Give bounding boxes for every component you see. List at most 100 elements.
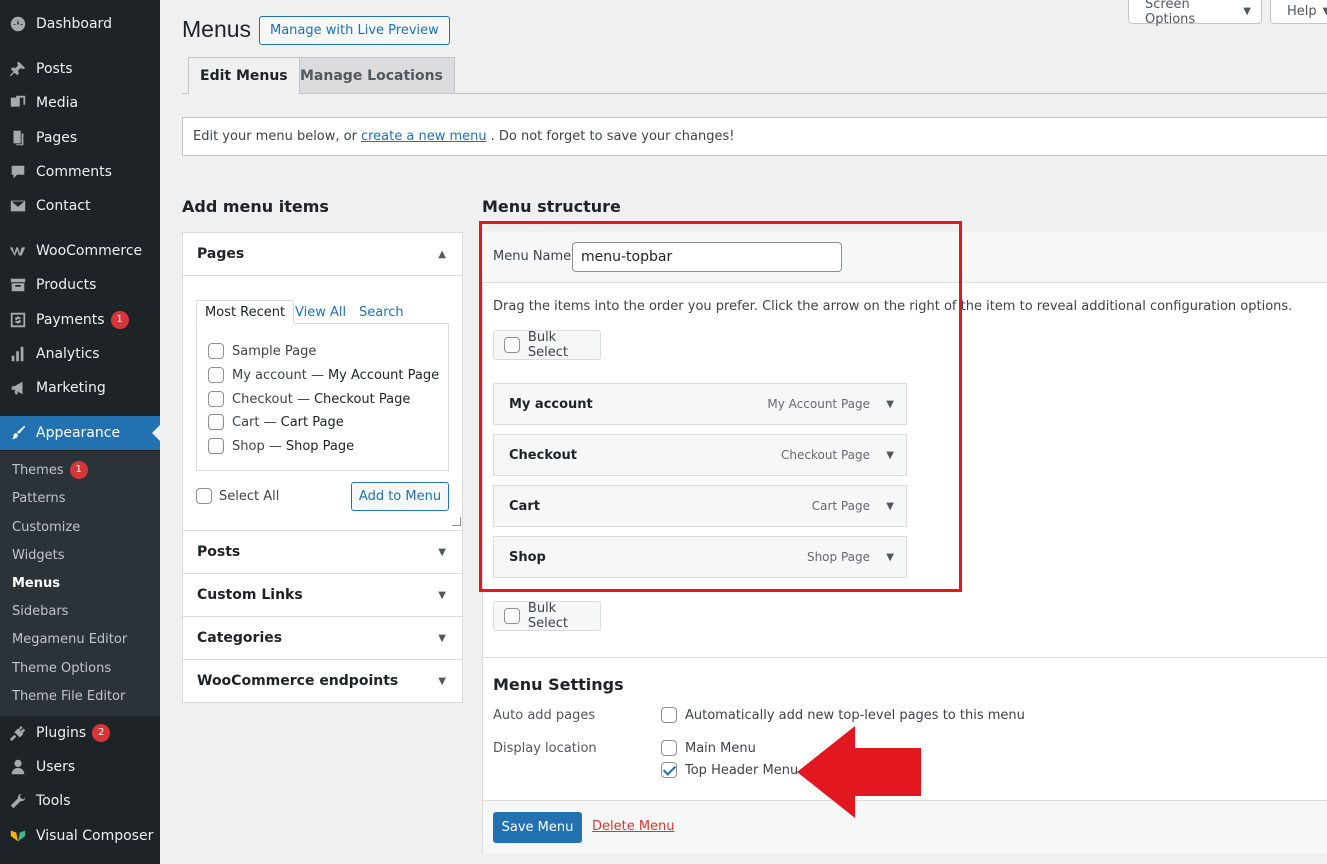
sidebar-item-analytics[interactable]: Analytics: [0, 337, 160, 371]
sidebar-item-users[interactable]: Users: [0, 750, 160, 784]
checkbox[interactable]: [661, 740, 677, 756]
notice-text-before: Edit your menu below, or: [193, 129, 357, 144]
caret-down-icon: ▼: [438, 675, 446, 687]
auto-add-pages-option-label: Automatically add new top-level pages to…: [685, 707, 1025, 723]
accordion-categories-header[interactable]: Categories ▼: [183, 616, 462, 659]
accordion-woocommerce-endpoints-header[interactable]: WooCommerce endpoints ▼: [183, 659, 462, 702]
checkbox[interactable]: [504, 608, 520, 624]
submenu-item-megamenu-editor[interactable]: Megamenu Editor: [12, 628, 127, 650]
bulk-select-label: Bulk Select: [527, 601, 569, 631]
sidebar-item-label: Users: [36, 759, 76, 775]
sidebar-item-label: Tools: [36, 793, 71, 809]
comment-icon: [0, 163, 36, 181]
tab-search[interactable]: Search: [359, 300, 404, 324]
accordion-custom-links-header[interactable]: Custom Links ▼: [183, 573, 462, 616]
submenu-item-theme-options[interactable]: Theme Options: [12, 657, 111, 679]
submenu-item-label: Widgets: [12, 547, 65, 563]
sidebar-item-comments[interactable]: Comments: [0, 155, 160, 189]
sidebar-item-woocommerce[interactable]: WooCommerce: [0, 234, 160, 268]
pin-icon: [0, 60, 36, 78]
resize-handle-icon[interactable]: [452, 517, 461, 526]
archive-icon: [0, 276, 36, 294]
tab-manage-locations[interactable]: Manage Locations: [288, 57, 455, 93]
sidebar-item-tools[interactable]: Tools: [0, 784, 160, 818]
submenu-item-label: Themes: [12, 462, 64, 478]
location-main-menu-option[interactable]: Main Menu: [661, 740, 756, 756]
tab-most-recent[interactable]: Most Recent: [196, 300, 295, 324]
accordion-posts-header[interactable]: Posts ▼: [183, 530, 462, 573]
submenu-item-customize[interactable]: Customize: [12, 516, 80, 538]
select-all-label: Select All: [219, 488, 280, 504]
tab-edit-menus[interactable]: Edit Menus: [188, 57, 300, 94]
tab-divider: [182, 93, 1327, 94]
submenu-item-label: Sidebars: [12, 603, 69, 619]
sidebar-item-media[interactable]: Media: [0, 86, 160, 120]
page-option-label: Shop —: [232, 438, 282, 454]
save-menu-button[interactable]: Save Menu: [493, 812, 582, 843]
sidebar-item-contact[interactable]: Contact: [0, 189, 160, 223]
page-option-sample-page[interactable]: Sample Page: [208, 341, 316, 361]
sidebar-item-marketing[interactable]: Marketing: [0, 371, 160, 405]
sidebar-item-label: Analytics: [36, 346, 100, 362]
create-new-menu-link[interactable]: create a new menu: [361, 129, 487, 144]
bulk-select-bottom-button[interactable]: Bulk Select: [493, 601, 601, 631]
submenu-item-sidebars[interactable]: Sidebars: [12, 600, 68, 622]
delete-menu-link[interactable]: Delete Menu: [592, 819, 675, 834]
sidebar-item-dashboard[interactable]: Dashboard: [0, 7, 160, 41]
submenu-item-theme-file-editor[interactable]: Theme File Editor: [12, 685, 125, 707]
page-option-label: Checkout —: [232, 391, 310, 407]
add-to-menu-button[interactable]: Add to Menu: [351, 482, 449, 511]
submenu-item-themes[interactable]: Themes 1: [12, 459, 88, 481]
mail-icon: [0, 197, 36, 215]
submenu-item-menus[interactable]: Menus: [12, 572, 60, 594]
checkbox[interactable]: [208, 438, 224, 454]
submenu-item-patterns[interactable]: Patterns: [12, 487, 66, 509]
sidebar-item-products[interactable]: Products: [0, 268, 160, 302]
manage-live-preview-button[interactable]: Manage with Live Preview: [259, 16, 450, 45]
submenu-item-widgets[interactable]: Widgets: [12, 544, 65, 566]
add-menu-items-heading: Add menu items: [182, 197, 329, 216]
checkbox[interactable]: [661, 707, 677, 723]
checkbox[interactable]: [208, 391, 224, 407]
page-title: Menus: [182, 16, 252, 42]
auto-add-pages-option[interactable]: Automatically add new top-level pages to…: [661, 707, 1025, 723]
admin-sidebar: Dashboard Posts Media Pages Comments Con…: [0, 0, 160, 864]
sidebar-item-visual-composer[interactable]: Visual Composer: [0, 819, 160, 853]
accordion-pages-header[interactable]: Pages ▲: [183, 233, 462, 276]
submenu-item-label: Patterns: [12, 490, 66, 506]
location-top-header-menu-option[interactable]: Top Header Menu: [661, 762, 798, 778]
screen-options-button[interactable]: Screen Options ▼: [1128, 0, 1262, 27]
sidebar-item-label: Contact: [36, 198, 91, 214]
sidebar-item-label: Media: [36, 95, 79, 111]
page-option-cart[interactable]: Cart — Cart Page: [208, 412, 344, 432]
submenu-item-label: Theme File Editor: [12, 688, 126, 704]
highlight-box: [479, 221, 962, 592]
sidebar-item-label: Dashboard: [36, 16, 112, 32]
caret-down-icon: ▼: [438, 632, 446, 644]
sidebar-item-label: Comments: [36, 164, 112, 180]
page-option-checkout[interactable]: Checkout — Checkout Page: [208, 389, 410, 409]
plugins-count-badge: 2: [92, 724, 111, 742]
page-option-my-account[interactable]: My account — My Account Page: [208, 365, 439, 385]
help-button[interactable]: Help ▼: [1270, 0, 1327, 24]
sidebar-item-plugins[interactable]: Plugins 2: [0, 716, 160, 750]
tab-view-all[interactable]: View All: [295, 300, 346, 324]
checkbox[interactable]: [208, 367, 224, 383]
select-all-option[interactable]: Select All: [196, 488, 279, 504]
sidebar-item-label: Visual Composer: [36, 828, 154, 844]
screen-options-label: Screen Options: [1145, 0, 1196, 27]
page-option-label: Sample Page: [232, 343, 317, 359]
checkbox[interactable]: [196, 488, 212, 504]
red-arrow-annotation: [797, 726, 921, 818]
sidebar-item-payments[interactable]: Payments 1: [0, 303, 160, 337]
accordion-label: Categories: [197, 630, 283, 646]
checkbox-checked[interactable]: [661, 762, 677, 778]
page-option-title: My Account Page: [327, 367, 440, 383]
checkbox[interactable]: [208, 414, 224, 430]
page-option-shop[interactable]: Shop — Shop Page: [208, 436, 354, 456]
page-option-label: Cart —: [232, 414, 277, 430]
checkbox[interactable]: [208, 343, 224, 359]
sidebar-item-posts[interactable]: Posts: [0, 52, 160, 86]
sidebar-item-appearance[interactable]: Appearance: [0, 416, 160, 450]
sidebar-item-pages[interactable]: Pages: [0, 121, 160, 155]
